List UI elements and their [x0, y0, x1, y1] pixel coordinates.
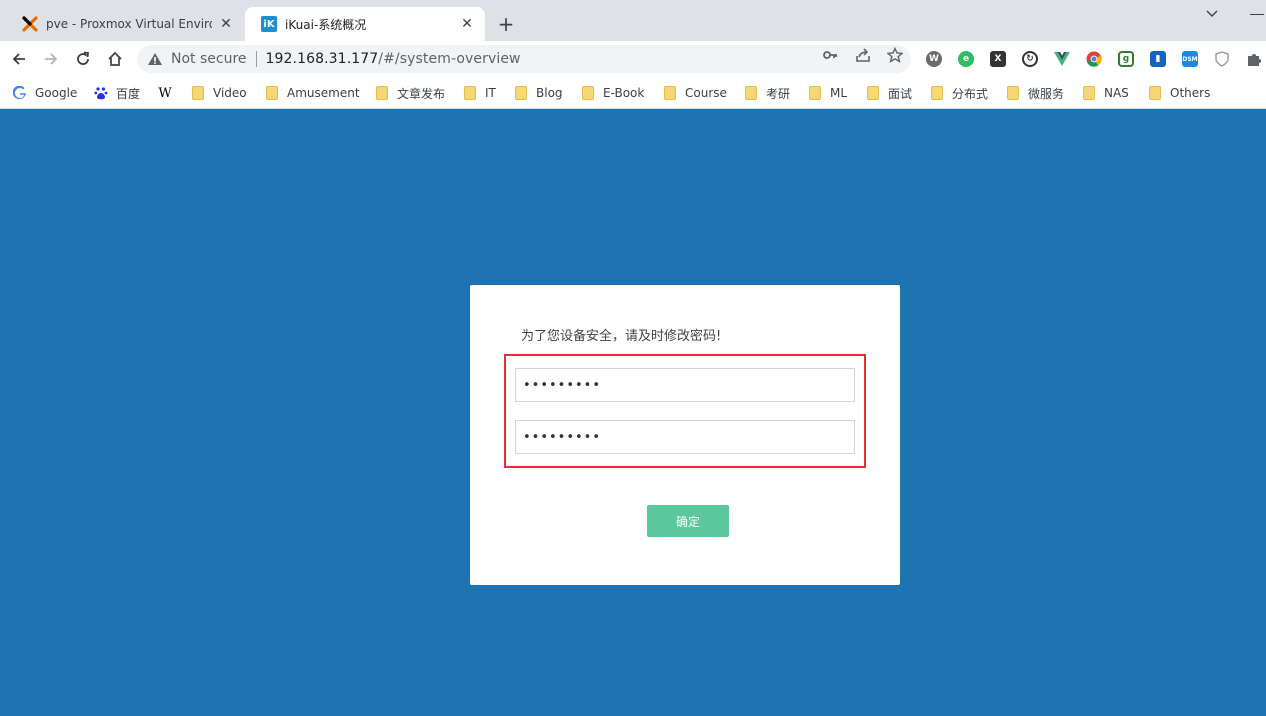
folder-icon	[265, 86, 279, 100]
bookmark-baidu[interactable]: 百度	[94, 83, 140, 103]
folder-icon	[808, 86, 822, 100]
bookmark-label: 微服务	[1028, 86, 1065, 101]
url-host: 192.168.31.177	[265, 51, 379, 67]
dsm-icon[interactable]: DSM	[1182, 51, 1198, 67]
bookmark-folder-course[interactable]: Course	[663, 83, 727, 103]
folder-icon	[514, 86, 528, 100]
bookmark-wikipedia[interactable]: W	[158, 83, 180, 103]
bookmark-folder-nas[interactable]: NAS	[1082, 83, 1129, 103]
bookmark-folder-articles[interactable]: 文章发布	[375, 83, 445, 103]
bookmark-label: NAS	[1104, 86, 1129, 100]
address-bar[interactable]: Not secure 192.168.31.177/#/system-overv…	[137, 45, 911, 73]
folder-icon	[581, 86, 595, 100]
bookmark-label: 分布式	[952, 86, 989, 101]
bookmark-folder-distributed[interactable]: 分布式	[930, 83, 988, 103]
page-background: 为了您设备安全，请及时修改密码! ••••••••• ••••••••• 确定	[0, 110, 1266, 716]
folder-icon	[1006, 86, 1020, 100]
minimize-icon[interactable]	[1250, 6, 1266, 22]
bookmark-label: E-Book	[603, 86, 645, 100]
folder-icon	[463, 86, 477, 100]
bookmark-label: IT	[485, 86, 496, 100]
google-icon	[13, 86, 27, 100]
share-icon[interactable]	[855, 47, 871, 63]
x-extension-icon[interactable]: X	[990, 51, 1006, 67]
address-divider	[255, 51, 257, 67]
url-path: /#/system-overview	[378, 51, 521, 67]
bookmark-folder-ebook[interactable]: E-Book	[581, 83, 644, 103]
vue-devtools-icon[interactable]	[1054, 51, 1070, 67]
tab-close-icon[interactable]: ✕	[218, 16, 234, 32]
tab-close-icon[interactable]: ✕	[459, 16, 475, 32]
bookmark-folder-interview[interactable]: 面试	[866, 83, 912, 103]
back-arrow-icon[interactable]	[6, 46, 32, 72]
bookmark-folder-microservices[interactable]: 微服务	[1006, 83, 1064, 103]
tab-title: iKuai-系统概况	[285, 17, 367, 32]
new-tab-button[interactable]: +	[494, 12, 518, 36]
bookmark-label: Others	[1170, 86, 1211, 100]
bookmark-label: Google	[35, 86, 78, 100]
tab-strip: pve - Proxmox Virtual Environment ✕ iK i…	[0, 0, 1266, 41]
folder-icon	[1148, 86, 1162, 100]
tab-title: pve - Proxmox Virtual Environment	[46, 17, 212, 31]
wordpress-icon[interactable]: W	[926, 51, 942, 67]
tab-proxmox[interactable]: pve - Proxmox Virtual Environment ✕	[6, 7, 244, 41]
leetcode-ext-icon[interactable]: g	[1118, 51, 1134, 67]
url-text[interactable]: 192.168.31.177/#/system-overview	[266, 51, 521, 67]
baidu-icon	[94, 86, 108, 100]
new-password-input[interactable]: •••••••••	[515, 368, 855, 402]
forward-arrow-icon[interactable]	[38, 46, 64, 72]
extensions-puzzle-icon[interactable]	[1246, 51, 1262, 67]
bookmark-label: ML	[830, 86, 848, 100]
folder-icon	[375, 86, 389, 100]
folder-icon	[1082, 86, 1096, 100]
home-icon[interactable]	[102, 46, 128, 72]
bookmark-label: 面试	[888, 86, 913, 101]
sync-extension-icon[interactable]: ↻	[1022, 51, 1038, 67]
bookmark-folder-kaoyan[interactable]: 考研	[744, 83, 790, 103]
evernote-icon[interactable]: e	[958, 51, 974, 67]
bookmark-google[interactable]: Google	[13, 83, 77, 103]
shield-extension-icon[interactable]	[1214, 51, 1230, 67]
bookmark-folder-it[interactable]: IT	[463, 83, 496, 103]
bookmark-label: 文章发布	[397, 86, 446, 101]
bookmark-label: Video	[213, 86, 247, 100]
reload-icon[interactable]	[70, 46, 96, 72]
bookmark-ext-icon[interactable]: ▮	[1150, 51, 1166, 67]
bookmarks-bar: Google 百度 W Video Amusement 文章发布 IT Blog…	[0, 77, 1266, 109]
bookmark-folder-ml[interactable]: ML	[808, 83, 847, 103]
warning-icon[interactable]	[147, 51, 163, 67]
bookmark-label: Amusement	[287, 86, 360, 100]
folder-icon	[930, 86, 944, 100]
wikipedia-icon: W	[158, 85, 172, 101]
bookmark-label: Course	[685, 86, 727, 100]
bookmark-label: 考研	[766, 86, 791, 101]
folder-icon	[191, 86, 205, 100]
ikuai-icon: iK	[261, 16, 277, 32]
folder-icon	[744, 86, 758, 100]
tab-search-chevron-icon[interactable]	[1203, 6, 1221, 22]
confirm-button[interactable]: 确定	[647, 505, 729, 537]
change-password-dialog: 为了您设备安全，请及时修改密码! ••••••••• ••••••••• 确定	[470, 285, 900, 585]
bookmark-folder-blog[interactable]: Blog	[514, 83, 563, 103]
bookmark-label: 百度	[116, 86, 141, 101]
star-icon[interactable]	[887, 47, 903, 63]
confirm-password-input[interactable]: •••••••••	[515, 420, 855, 454]
bookmark-label: Blog	[536, 86, 563, 100]
key-icon[interactable]	[822, 47, 838, 63]
bookmark-folder-video[interactable]: Video	[191, 83, 247, 103]
chrome-ext-icon[interactable]	[1086, 51, 1102, 67]
folder-icon	[866, 86, 880, 100]
security-label[interactable]: Not secure	[171, 51, 247, 67]
bookmark-folder-others[interactable]: Others	[1148, 83, 1210, 103]
folder-icon	[663, 86, 677, 100]
proxmox-icon	[22, 16, 38, 32]
bookmark-folder-amusement[interactable]: Amusement	[265, 83, 360, 103]
tab-ikuai[interactable]: iK iKuai-系统概况 ✕	[245, 7, 485, 41]
security-message: 为了您设备安全，请及时修改密码!	[521, 329, 722, 344]
browser-toolbar: Not secure 192.168.31.177/#/system-overv…	[0, 41, 1266, 77]
